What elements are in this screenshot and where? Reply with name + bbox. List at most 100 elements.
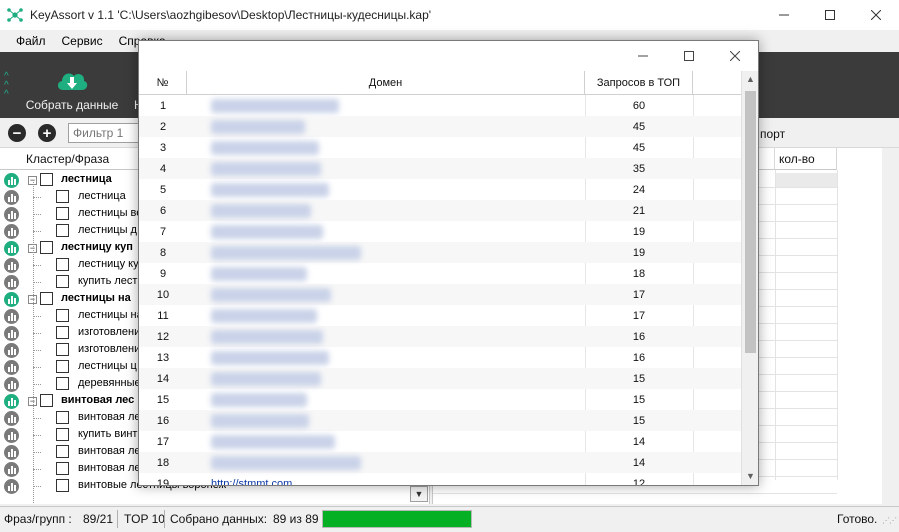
domain-row[interactable]: 1 60	[139, 95, 742, 116]
domain-row[interactable]: 6 21	[139, 200, 742, 221]
scroll-thumb[interactable]	[745, 91, 756, 353]
cluster-checkbox[interactable]	[40, 292, 53, 305]
phrase-checkbox[interactable]	[56, 224, 69, 237]
domain-row[interactable]: 17 14	[139, 431, 742, 452]
domain-link-redacted[interactable]	[211, 413, 309, 428]
dropdown-arrow-icon[interactable]: ▼	[410, 486, 428, 502]
minimize-button[interactable]	[761, 0, 807, 30]
remove-filter-button[interactable]: −	[8, 124, 26, 142]
collect-data-button[interactable]: Собрать данные	[26, 66, 118, 112]
domain-row[interactable]: 3 45	[139, 137, 742, 158]
maximize-button[interactable]	[807, 0, 853, 30]
export-label[interactable]: порт	[760, 127, 785, 141]
domain-row[interactable]: 10 17	[139, 284, 742, 305]
filter-input[interactable]	[68, 123, 140, 143]
column-header-top-queries[interactable]: Запросов в ТОП	[585, 71, 693, 95]
domain-row[interactable]: 11 17	[139, 305, 742, 326]
cluster-stats-icon[interactable]	[4, 445, 19, 460]
cluster-checkbox[interactable]	[40, 241, 53, 254]
domain-link-redacted[interactable]	[211, 308, 317, 323]
domain-row[interactable]: 2 45	[139, 116, 742, 137]
domain-link-redacted[interactable]	[211, 434, 335, 449]
domain-link-redacted[interactable]	[211, 329, 323, 344]
phrase-checkbox[interactable]	[56, 411, 69, 424]
cluster-stats-icon[interactable]	[4, 258, 19, 273]
phrase-checkbox[interactable]	[56, 428, 69, 441]
cluster-stats-icon[interactable]	[4, 377, 19, 392]
phrase-checkbox[interactable]	[56, 190, 69, 203]
domain-link-redacted[interactable]	[211, 350, 329, 365]
cluster-stats-icon[interactable]	[4, 394, 19, 409]
column-header-number[interactable]: №	[139, 71, 187, 95]
domain-link-redacted[interactable]	[211, 455, 361, 470]
phrase-checkbox[interactable]	[56, 309, 69, 322]
domain-row[interactable]: 4 35	[139, 158, 742, 179]
cluster-stats-icon[interactable]	[4, 462, 19, 477]
domain-link-redacted[interactable]	[211, 392, 307, 407]
phrase-checkbox[interactable]	[56, 462, 69, 475]
column-header-domain[interactable]: Домен	[187, 71, 585, 95]
cluster-stats-icon[interactable]	[4, 428, 19, 443]
phrase-checkbox[interactable]	[56, 479, 69, 492]
domain-row[interactable]: 9 18	[139, 263, 742, 284]
scroll-down-icon[interactable]: ▼	[742, 468, 758, 485]
cluster-stats-icon[interactable]	[4, 411, 19, 426]
cluster-stats-icon[interactable]	[4, 360, 19, 375]
dialog-maximize-button[interactable]	[666, 41, 712, 71]
dialog-close-button[interactable]	[712, 41, 758, 71]
menu-service[interactable]: Сервис	[54, 34, 111, 48]
domain-row[interactable]: 19 http://stmmt.com 12	[139, 473, 742, 486]
phrase-checkbox[interactable]	[56, 377, 69, 390]
domain-row[interactable]: 5 24	[139, 179, 742, 200]
add-filter-button[interactable]: +	[38, 124, 56, 142]
domain-link[interactable]: http://stmmt.com	[211, 478, 292, 486]
domain-link-redacted[interactable]	[211, 245, 361, 260]
close-button[interactable]	[853, 0, 899, 30]
domain-link-redacted[interactable]	[211, 224, 323, 239]
cluster-stats-icon[interactable]	[4, 309, 19, 324]
domain-link-redacted[interactable]	[211, 98, 339, 113]
phrase-checkbox[interactable]	[56, 360, 69, 373]
phrase-checkbox[interactable]	[56, 275, 69, 288]
cluster-stats-icon[interactable]	[4, 241, 19, 256]
domain-link-redacted[interactable]	[211, 161, 321, 176]
domain-row[interactable]: 14 15	[139, 368, 742, 389]
phrase-checkbox[interactable]	[56, 258, 69, 271]
phrase-checkbox[interactable]	[56, 445, 69, 458]
cluster-stats-icon[interactable]	[4, 190, 19, 205]
cluster-stats-icon[interactable]	[4, 224, 19, 239]
domain-row[interactable]: 18 14	[139, 452, 742, 473]
domain-row[interactable]: 13 16	[139, 347, 742, 368]
resize-grip-icon[interactable]: ⋰⋰	[882, 516, 897, 525]
domain-row[interactable]: 7 19	[139, 221, 742, 242]
cluster-checkbox[interactable]	[40, 394, 53, 407]
domain-link-redacted[interactable]	[211, 203, 311, 218]
cluster-stats-icon[interactable]	[4, 343, 19, 358]
domain-row[interactable]: 8 19	[139, 242, 742, 263]
cluster-checkbox[interactable]	[40, 173, 53, 186]
scroll-up-icon[interactable]: ▲	[742, 71, 758, 88]
phrase-checkbox[interactable]	[56, 343, 69, 356]
domain-link-redacted[interactable]	[211, 287, 331, 302]
domain-link-redacted[interactable]	[211, 119, 305, 134]
collapse-toolbar-icon[interactable]: ^ ^ ^	[4, 72, 9, 100]
phrase-checkbox[interactable]	[56, 207, 69, 220]
cluster-stats-icon[interactable]	[4, 292, 19, 307]
dialog-scrollbar[interactable]: ▲ ▼	[741, 71, 758, 485]
cluster-stats-icon[interactable]	[4, 275, 19, 290]
menu-file[interactable]: Файл	[8, 34, 54, 48]
cluster-stats-icon[interactable]	[4, 173, 19, 188]
domain-row[interactable]: 12 16	[139, 326, 742, 347]
domain-link-redacted[interactable]	[211, 371, 321, 386]
right-panel-scrollbar[interactable]	[882, 148, 899, 504]
domain-row[interactable]: 15 15	[139, 389, 742, 410]
cluster-stats-icon[interactable]	[4, 479, 19, 494]
phrase-checkbox[interactable]	[56, 326, 69, 339]
domain-link-redacted[interactable]	[211, 182, 329, 197]
domain-link-redacted[interactable]	[211, 140, 319, 155]
domain-link-redacted[interactable]	[211, 266, 307, 281]
dialog-minimize-button[interactable]	[620, 41, 666, 71]
cluster-stats-icon[interactable]	[4, 207, 19, 222]
cluster-stats-icon[interactable]	[4, 326, 19, 341]
domain-row[interactable]: 16 15	[139, 410, 742, 431]
